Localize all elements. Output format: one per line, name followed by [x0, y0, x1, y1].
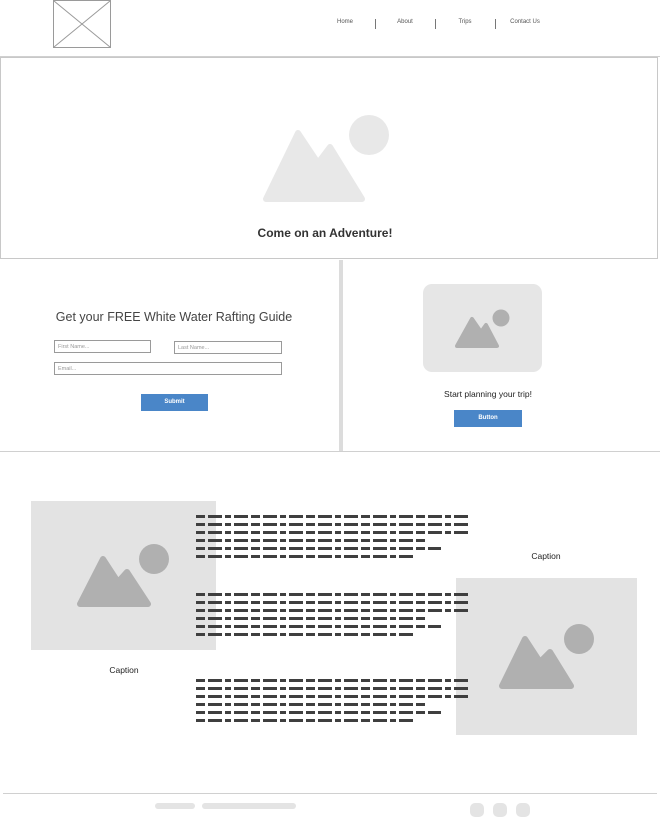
- logo-placeholder[interactable]: [53, 0, 111, 48]
- text-line: [196, 703, 428, 706]
- text-line: [196, 515, 468, 518]
- hero-image-icon: [263, 115, 389, 202]
- footer-link-placeholder[interactable]: [155, 803, 195, 809]
- text-line: [196, 531, 468, 534]
- text-line: [196, 711, 441, 714]
- text-line: [196, 687, 468, 690]
- text-line: [196, 719, 414, 722]
- hero-title: Come on an Adventure!: [257, 226, 393, 240]
- signup-title: Get your FREE White Water Rafting Guide: [55, 310, 293, 324]
- text-line: [196, 523, 468, 526]
- nav-about[interactable]: About: [375, 19, 435, 25]
- text-line: [196, 609, 468, 612]
- text-line: [196, 593, 468, 596]
- promo-image-icon: [455, 309, 510, 348]
- text-line: [196, 555, 414, 558]
- text-line: [196, 633, 414, 636]
- text-line: [196, 617, 428, 620]
- nav-home[interactable]: Home: [315, 19, 375, 25]
- text-paragraph-3: [196, 679, 468, 727]
- nav-trips[interactable]: Trips: [435, 19, 495, 25]
- section-divider: [0, 451, 660, 452]
- nav-contact[interactable]: Contact Us: [495, 19, 555, 25]
- content-image-left-icon: [77, 544, 169, 607]
- text-line: [196, 547, 441, 550]
- text-line: [196, 679, 468, 682]
- promo-text: Start planning your trip!: [444, 389, 532, 399]
- panel-divider: [339, 260, 343, 452]
- text-line: [196, 625, 441, 628]
- image-placeholder-icon: [54, 1, 110, 47]
- footer-link-placeholder[interactable]: [202, 803, 296, 809]
- content-image-right-icon: [499, 624, 594, 689]
- text-line: [196, 539, 428, 542]
- first-name-field[interactable]: First Name...: [54, 340, 151, 353]
- last-name-field[interactable]: Last Name...: [174, 341, 282, 354]
- email-field[interactable]: Email...: [54, 362, 282, 375]
- social-icon[interactable]: [493, 803, 507, 817]
- text-paragraph-1: [196, 515, 468, 563]
- footer-divider: [3, 793, 657, 794]
- submit-button[interactable]: Submit: [141, 394, 208, 411]
- caption-left: Caption: [109, 665, 139, 675]
- social-icon[interactable]: [516, 803, 530, 817]
- promo-button[interactable]: Button: [454, 410, 522, 427]
- social-icon[interactable]: [470, 803, 484, 817]
- text-line: [196, 601, 468, 604]
- text-paragraph-2: [196, 593, 468, 641]
- text-line: [196, 695, 468, 698]
- caption-right: Caption: [531, 551, 561, 561]
